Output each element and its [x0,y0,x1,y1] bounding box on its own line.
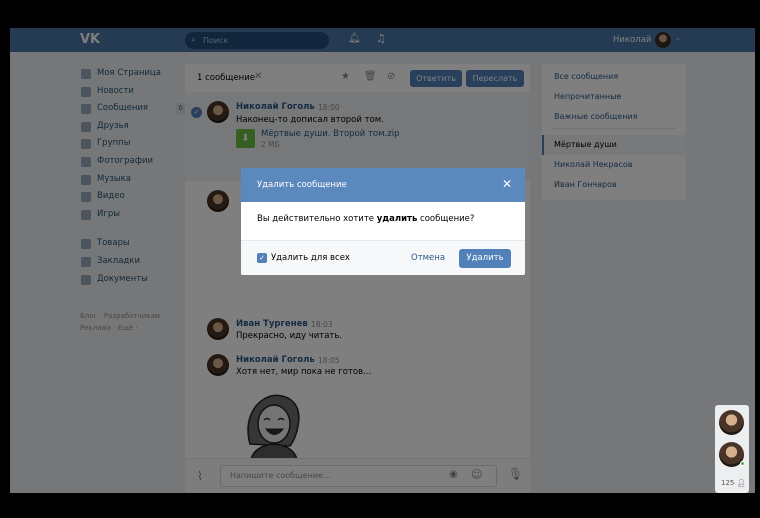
online-count-value: 125 [721,479,735,487]
floating-contacts-panel: 125 👤︎ [715,405,749,493]
dialog-message-suffix: сообщение? [417,214,475,224]
online-count[interactable]: 125 👤︎ [721,479,746,487]
dialog-message-prefix: Вы действительно хотите [257,214,377,224]
dialog-title: Удалить сообщение [257,180,347,190]
delete-message-dialog: Удалить сообщение ✕ Вы действительно хот… [241,168,525,275]
close-icon[interactable]: ✕ [502,177,512,191]
dialog-message: Вы действительно хотите удалить сообщени… [257,214,474,224]
dialog-header: Удалить сообщение ✕ [241,168,525,202]
delete-button[interactable]: Удалить [459,249,511,268]
avatar[interactable] [719,410,744,435]
cancel-button[interactable]: Отмена [411,253,445,263]
dialog-message-bold: удалить [376,214,418,224]
dialog-footer: ✓ Удалить для всех Отмена Удалить [241,240,525,275]
delete-for-all-label[interactable]: Удалить для всех [271,253,350,263]
online-indicator [740,461,745,466]
delete-for-all-checkbox[interactable]: ✓ [257,253,267,263]
person-icon: 👤︎ [736,479,746,487]
